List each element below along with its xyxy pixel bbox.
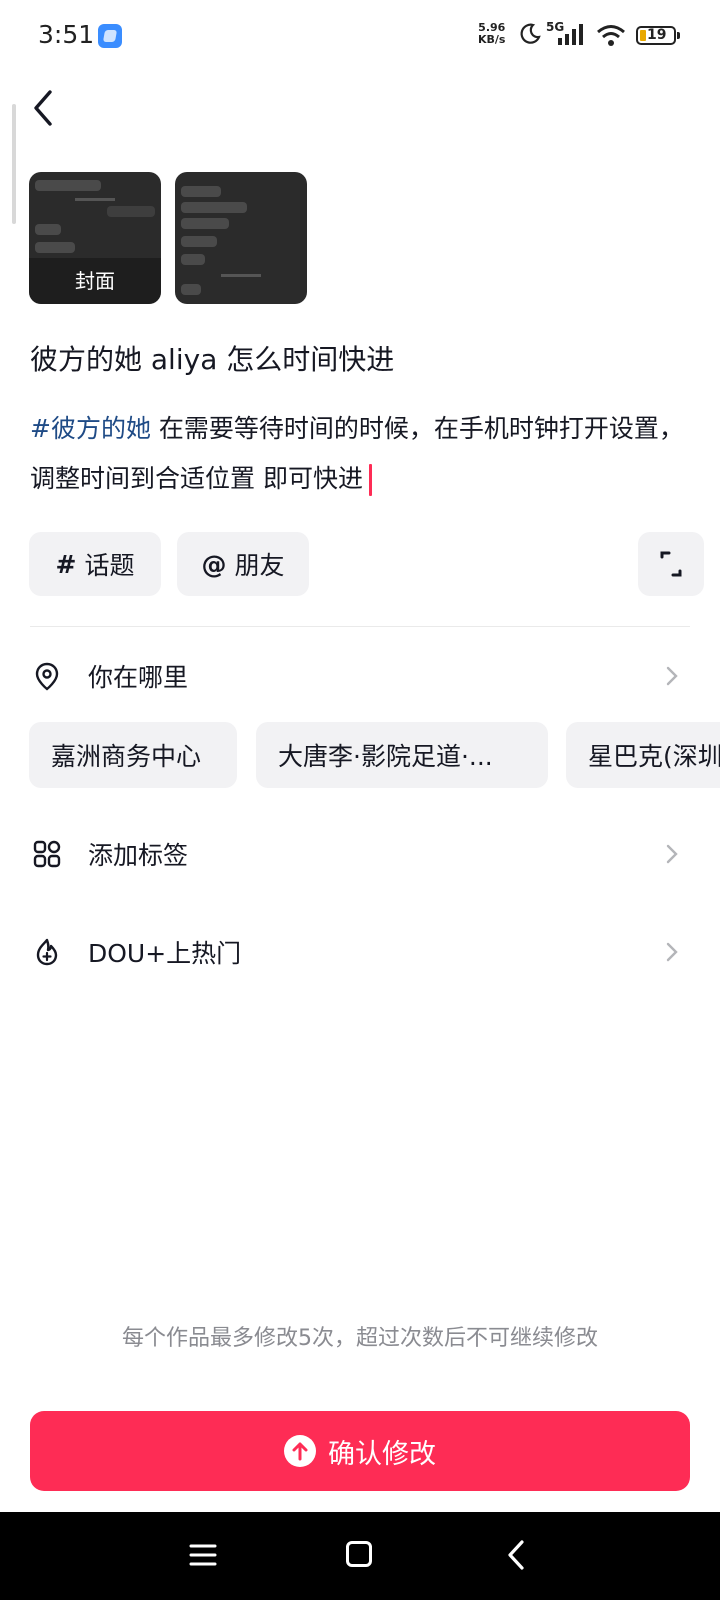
add-tags-row[interactable]: 添加标签 (0, 824, 720, 884)
upload-arrow-icon (284, 1435, 316, 1467)
location-suggestion[interactable]: 星巴克(深圳 (566, 722, 720, 788)
cover-label: 封面 (75, 269, 115, 293)
location-suggestion[interactable]: 大唐李·影院足道·... (256, 722, 548, 788)
topic-button[interactable]: # 话题 (29, 532, 161, 596)
status-time: 3:51 (38, 20, 95, 49)
cover-thumbnail[interactable]: 封面 (29, 172, 161, 304)
mention-friend-button[interactable]: @ 朋友 (177, 532, 309, 596)
confirm-edit-label: 确认修改 (328, 1438, 436, 1470)
battery-level (640, 30, 646, 41)
battery-percent: 19 (647, 27, 667, 43)
chevron-right-icon (666, 942, 678, 962)
confirm-edit-button[interactable]: 确认修改 (30, 1411, 690, 1491)
friend-label: 朋友 (234, 551, 285, 580)
section-divider (30, 626, 690, 627)
menu-icon[interactable] (188, 1540, 218, 1570)
dou-plus-row[interactable]: DOU+上热门 (0, 922, 720, 982)
battery-tip (677, 32, 680, 39)
location-row[interactable]: 你在哪里 (0, 646, 720, 706)
chevron-right-icon (666, 666, 678, 686)
media-thumbnail[interactable] (175, 172, 307, 304)
wifi-icon (597, 25, 625, 46)
dou-plus-flame-icon (36, 938, 58, 966)
nav-back-icon[interactable] (504, 1538, 528, 1572)
location-pin-icon (35, 662, 59, 691)
edit-limit-notice: 每个作品最多修改5次，超过次数后不可继续修改 (122, 1326, 598, 1351)
topic-label: 话题 (84, 551, 135, 580)
expand-editor-button[interactable] (638, 532, 704, 596)
location-suggestion[interactable]: 嘉洲商务中心 (29, 722, 237, 788)
text-cursor (368, 464, 372, 496)
network-speed-unit: KB/s (478, 33, 506, 46)
dou-plus-label: DOU+上热门 (88, 939, 242, 968)
location-label: 你在哪里 (88, 663, 189, 692)
post-title[interactable]: 彼方的她 aliya 怎么时间快进 (30, 338, 394, 378)
network-speed: 5.96 KB/s (478, 22, 505, 46)
do-not-disturb-icon (520, 23, 541, 44)
signal-icon (558, 24, 583, 45)
post-description[interactable]: #彼方的她 在需要等待时间的时候，在手机时钟打开设置，调整时间到合适位置 即可快… (30, 404, 696, 504)
battery-icon: 19 (636, 26, 676, 45)
scroll-indicator (12, 104, 16, 224)
add-tags-label: 添加标签 (88, 841, 189, 870)
hashtag-icon: # (55, 549, 77, 579)
app-notification-icon (98, 24, 122, 48)
back-button[interactable] (26, 86, 66, 130)
hashtag-link[interactable]: #彼方的她 (30, 414, 151, 443)
at-icon: @ (201, 549, 227, 579)
tag-grid-icon (33, 840, 61, 868)
chevron-right-icon (666, 844, 678, 864)
home-button[interactable] (346, 1541, 372, 1567)
expand-icon (660, 551, 682, 577)
